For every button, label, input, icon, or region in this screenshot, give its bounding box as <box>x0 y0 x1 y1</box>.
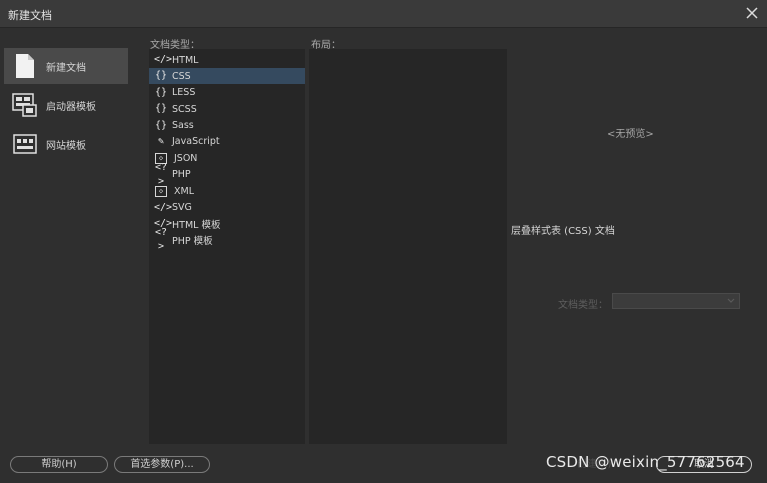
type-item-less[interactable]: {} LESS <box>149 85 305 101</box>
type-label: Sass <box>172 120 194 132</box>
document-description: 层叠样式表 (CSS) 文档 <box>511 226 615 237</box>
type-item-html-template[interactable]: </> HTML 模板 <box>149 216 305 232</box>
category-starter-templates[interactable]: 启动器模板 <box>4 87 128 123</box>
braces-icon: {} <box>154 86 168 98</box>
type-label: XML <box>174 185 194 197</box>
category-label: 新建文档 <box>46 62 86 74</box>
window-title: 新建文档 <box>8 9 52 22</box>
doctype-select[interactable] <box>612 293 740 309</box>
close-icon[interactable] <box>745 5 759 19</box>
code-tag-icon: <?> <box>154 161 168 187</box>
preview-placeholder: <无预览> <box>607 129 654 140</box>
type-label: PHP 模板 <box>172 236 213 248</box>
braces-icon: {} <box>154 70 168 82</box>
category-label: 网站模板 <box>46 140 86 152</box>
type-item-sass[interactable]: {} Sass <box>149 118 305 134</box>
category-new-document[interactable]: 新建文档 <box>4 48 128 84</box>
category-site-templates[interactable]: 网站模板 <box>4 126 128 162</box>
type-label: SVG <box>172 202 192 214</box>
type-label: PHP <box>172 169 191 181</box>
chevron-down-icon <box>727 298 735 303</box>
script-icon: ✎ <box>157 135 165 147</box>
braces-icon: {} <box>154 103 168 115</box>
code-tag-icon: </> <box>154 201 173 213</box>
create-button[interactable]: 创建(R) <box>540 456 648 473</box>
type-item-php-template[interactable]: <?> PHP 模板 <box>149 227 305 252</box>
title-bar: 新建文档 <box>0 0 767 28</box>
cancel-button[interactable]: 取消 <box>656 456 752 473</box>
starter-template-icon <box>12 92 38 118</box>
preferences-button[interactable]: 首选参数(P)... <box>114 456 210 473</box>
type-label: HTML <box>172 54 199 66</box>
site-template-icon <box>12 131 38 157</box>
type-item-javascript[interactable]: ✎ JavaScript <box>149 134 305 150</box>
help-button[interactable]: 帮助(H) <box>10 456 108 473</box>
braces-icon: {} <box>154 119 168 131</box>
blank-document-icon <box>12 53 38 79</box>
layout-list[interactable] <box>309 49 507 444</box>
type-label: LESS <box>172 87 196 99</box>
type-label: HTML 模板 <box>172 219 221 231</box>
type-label: SCSS <box>172 103 197 115</box>
doctype-label: 文档类型： <box>558 300 608 311</box>
code-tag-icon: </> <box>154 54 173 65</box>
type-item-xml[interactable]: ◇ XML <box>149 183 305 199</box>
category-list: 新建文档 启动器模板 网站模板 <box>4 48 128 165</box>
type-item-css[interactable]: {} CSS <box>149 68 305 85</box>
type-item-php[interactable]: <?> PHP <box>149 162 305 187</box>
document-type-list: </> HTML {} CSS {} LESS {} SCSS {} Sass ✎ Java… <box>149 49 305 444</box>
type-item-svg[interactable]: </> SVG <box>149 200 305 216</box>
type-label: CSS <box>172 70 191 82</box>
category-label: 启动器模板 <box>46 101 96 113</box>
type-item-json[interactable]: ◇ JSON <box>149 150 305 166</box>
type-label: JavaScript <box>172 136 220 148</box>
type-item-scss[interactable]: {} SCSS <box>149 101 305 117</box>
xml-icon: ◇ <box>155 185 167 197</box>
type-item-html[interactable]: </> HTML <box>149 52 305 68</box>
type-label: JSON <box>174 152 198 164</box>
code-tag-icon: <?> <box>154 227 168 253</box>
